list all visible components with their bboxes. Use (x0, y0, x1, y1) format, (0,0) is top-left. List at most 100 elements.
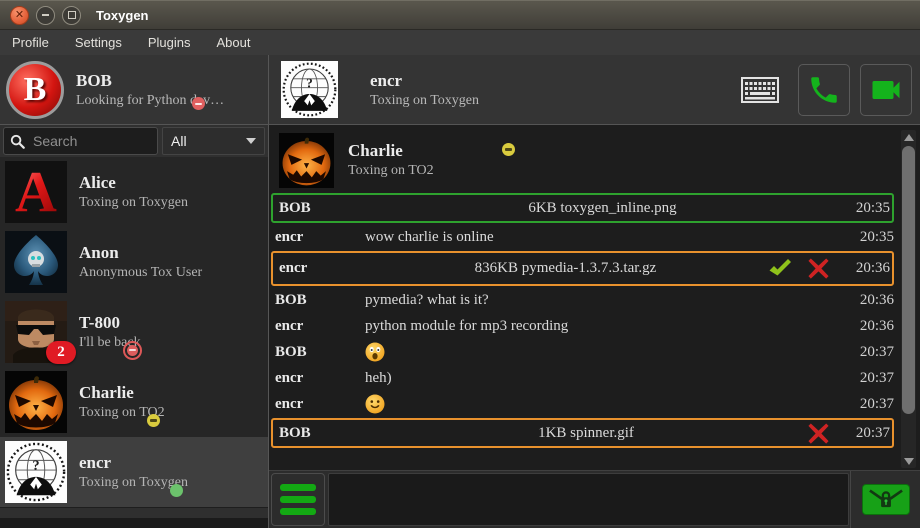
cancel-file-button[interactable] (807, 422, 830, 445)
file-transfer-label: 836KB pymedia-1.3.7.3.tar.gz (365, 260, 766, 277)
chevron-down-icon (246, 138, 256, 144)
keyboard-icon (741, 77, 779, 103)
message-time: 20:36 (840, 260, 892, 277)
message-time: 20:37 (840, 425, 892, 442)
audio-call-button[interactable] (798, 64, 850, 116)
message-text: python module for mp3 recording (365, 318, 844, 335)
message-time: 20:37 (844, 396, 896, 413)
message-time: 20:37 (844, 370, 896, 387)
video-call-button[interactable] (860, 64, 912, 116)
message-composer (269, 470, 920, 528)
maximize-button[interactable] (62, 6, 81, 25)
chat-panel: Charlie Toxing on TO2 BOB 6KB toxygen_in… (269, 125, 920, 528)
screen-keyboard-button[interactable] (738, 68, 782, 112)
search-row: All (0, 125, 268, 157)
away-status-icon (147, 414, 160, 427)
attachments-menu-button[interactable] (271, 473, 325, 526)
chat-peer-avatar (279, 133, 334, 188)
conversation-header: ? encr Toxing on Toxygen (269, 55, 920, 124)
message-time: 20:35 (844, 229, 896, 246)
message-sender: encr (269, 396, 365, 413)
surprised-smiley-icon (365, 342, 385, 362)
minimize-icon (42, 14, 49, 16)
text-message: encr python module for mp3 recording 20:… (269, 313, 896, 339)
contact-row-anon[interactable]: Anon Anonymous Tox User (0, 227, 268, 297)
file-transfer-message[interactable]: encr 836KB pymedia-1.3.7.3.tar.gz 20:36 (271, 251, 894, 286)
alice-avatar: A (5, 161, 67, 223)
window-title: Toxygen (96, 8, 149, 23)
chat-peer-name: Charlie (348, 141, 434, 161)
emoji-message: encr 20:37 (269, 391, 896, 417)
accept-file-button[interactable] (766, 257, 793, 281)
contact-name: Anon (79, 243, 202, 263)
search-icon (10, 134, 25, 149)
contact-name: Alice (79, 173, 188, 193)
contact-filter-select[interactable]: All (162, 127, 265, 155)
phone-icon (807, 73, 841, 107)
anonymous-avatar-image: ? (5, 441, 67, 503)
message-sender: BOB (269, 344, 365, 361)
maximize-icon (68, 11, 76, 19)
search-box[interactable] (3, 127, 158, 155)
contact-name: T-800 (79, 313, 141, 333)
unread-count-badge: 2 (46, 341, 76, 364)
message-sender: encr (269, 370, 365, 387)
busy-status-icon (123, 341, 142, 360)
contact-filter-value: All (171, 133, 187, 149)
spade-skull-avatar-image (5, 231, 67, 293)
encr-avatar: ? (5, 441, 67, 503)
menu-plugins[interactable]: Plugins (148, 35, 191, 50)
scrollbar-thumb[interactable] (902, 146, 915, 414)
message-time: 20:35 (840, 200, 892, 217)
send-cell (850, 471, 920, 528)
self-avatar-letter: B (24, 71, 47, 109)
titlebar[interactable]: ✕ Toxygen (0, 0, 920, 30)
message-sender: encr (269, 229, 365, 246)
chat-scrollbar[interactable] (901, 130, 916, 468)
pumpkin-avatar-image (279, 133, 334, 188)
menu-about[interactable]: About (216, 35, 250, 50)
scroll-up-arrow[interactable] (901, 130, 916, 144)
sidebar-empty-area (0, 507, 268, 518)
alice-avatar-letter: A (15, 163, 57, 221)
message-sender: BOB (269, 292, 365, 309)
contact-row-charlie[interactable]: Charlie Toxing on TO2 (0, 367, 268, 437)
text-message: encr wow charlie is online 20:35 (269, 224, 896, 250)
message-history: Charlie Toxing on TO2 BOB 6KB toxygen_in… (269, 125, 920, 470)
close-button[interactable]: ✕ (10, 6, 29, 25)
file-transfer-label: 6KB toxygen_inline.png (365, 200, 840, 217)
menu-settings[interactable]: Settings (75, 35, 122, 50)
message-sender: BOB (273, 425, 365, 442)
menu-profile[interactable]: Profile (12, 35, 49, 50)
header-row: B BOB Looking for Python dev… (0, 55, 920, 125)
send-message-button[interactable] (862, 484, 910, 515)
contact-sidebar: All A Alice Toxing on Toxygen (0, 125, 269, 528)
message-time: 20:36 (844, 292, 896, 309)
message-time: 20:36 (844, 318, 896, 335)
search-input[interactable] (31, 132, 151, 150)
text-message: BOB pymedia? what is it? 20:36 (269, 287, 896, 313)
contact-row-encr[interactable]: ? encr Toxing on Toxygen (0, 437, 268, 507)
svg-text:?: ? (306, 76, 313, 91)
text-message: encr heh) 20:37 (269, 365, 896, 391)
contact-name: encr (79, 453, 188, 473)
minimize-button[interactable] (36, 6, 55, 25)
message-input[interactable] (328, 473, 849, 526)
online-status-icon (170, 484, 183, 497)
file-transfer-message[interactable]: BOB 1KB spinner.gif 20:37 (271, 418, 894, 448)
close-icon: ✕ (15, 10, 24, 21)
contact-row-alice[interactable]: A Alice Toxing on Toxygen (0, 157, 268, 227)
scroll-down-arrow[interactable] (901, 454, 916, 468)
smiling-smiley-icon (365, 394, 385, 414)
file-transfer-message[interactable]: BOB 6KB toxygen_inline.png 20:35 (271, 193, 894, 223)
self-avatar[interactable]: B (6, 61, 64, 119)
pumpkin-avatar-image (5, 371, 67, 433)
svg-text:?: ? (32, 458, 39, 474)
contact-row-t800[interactable]: T-800 I'll be back 2 (0, 297, 268, 367)
peer-name: encr (370, 71, 479, 91)
self-profile-card[interactable]: B BOB Looking for Python dev… (0, 55, 269, 124)
message-time: 20:37 (844, 344, 896, 361)
contact-list: A Alice Toxing on Toxygen (0, 157, 268, 528)
decline-file-button[interactable] (807, 257, 830, 280)
menu-bar: Profile Settings Plugins About (0, 30, 920, 55)
